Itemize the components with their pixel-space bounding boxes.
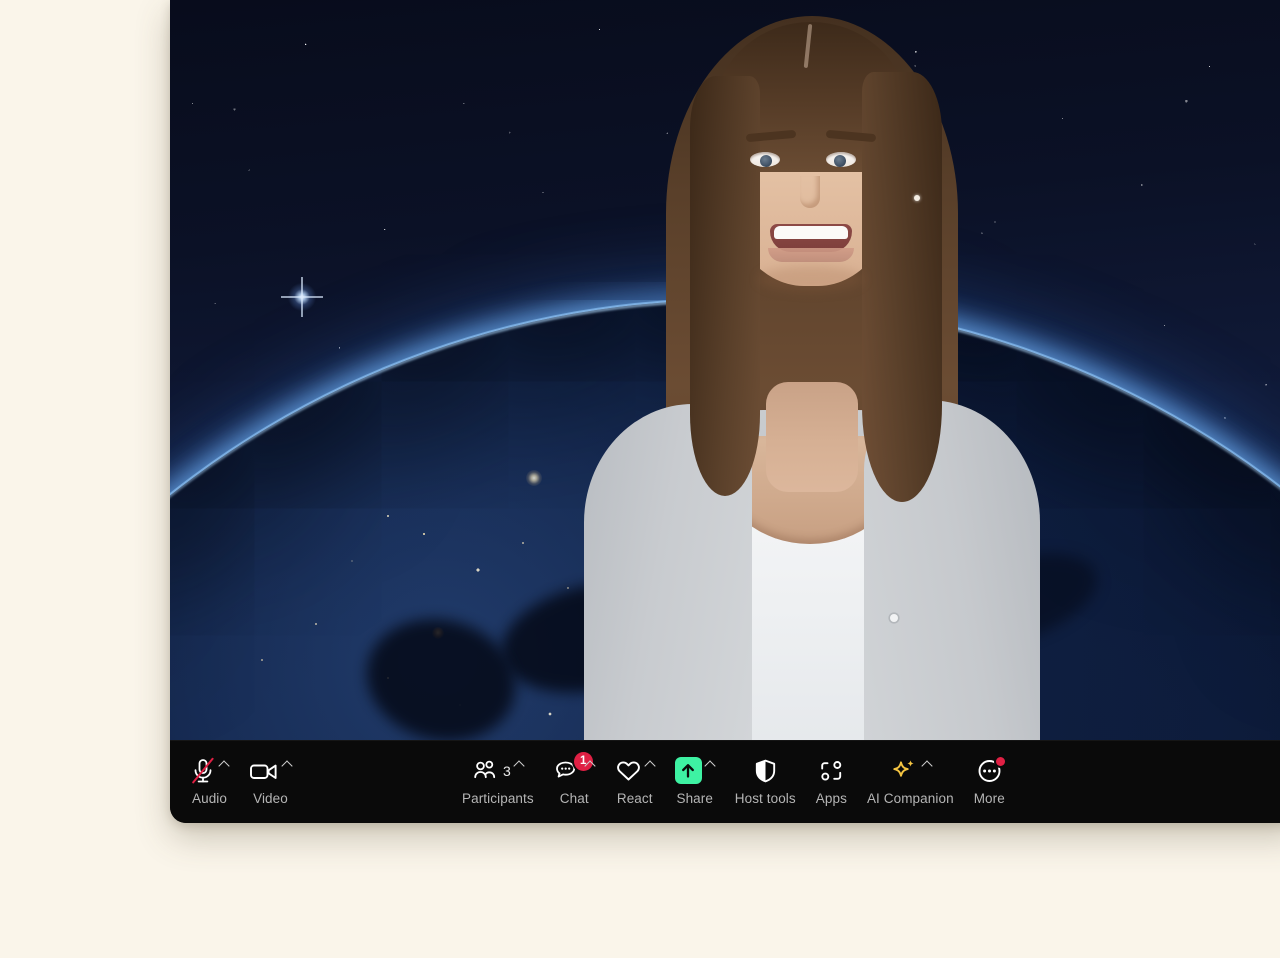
toolbar-button-chat[interactable]: 1 Chat	[544, 750, 605, 814]
share-screen-icon	[675, 757, 702, 784]
chevron-up-icon-video[interactable]	[282, 759, 292, 769]
heart-icon	[615, 759, 642, 783]
shield-icon	[753, 758, 778, 784]
bright-star-icon	[288, 283, 316, 311]
chevron-up-icon-share[interactable]	[705, 759, 715, 769]
participants-icon	[472, 759, 498, 783]
toolbar-button-more[interactable]: More	[964, 750, 1015, 814]
cardigan-button	[890, 614, 898, 622]
lower-lip	[768, 248, 854, 262]
iris-left	[760, 155, 772, 167]
toolbar-label-video: Video	[253, 791, 288, 806]
toolbar-label-share: Share	[676, 791, 713, 806]
toolbar-button-audio[interactable]: Audio	[180, 750, 239, 814]
earring	[914, 195, 920, 201]
apps-icon	[818, 759, 845, 783]
chevron-up-icon-participants[interactable]	[514, 759, 524, 769]
chevron-up-icon-audio[interactable]	[219, 759, 229, 769]
chevron-up-icon-ai-companion[interactable]	[922, 759, 932, 769]
toolbar-label-host-tools: Host tools	[735, 791, 796, 806]
more-notification-dot	[996, 757, 1005, 766]
chat-bubble-icon: 1	[554, 759, 582, 783]
nose	[800, 176, 820, 208]
chin-shadow	[758, 266, 864, 292]
toolbar-button-apps[interactable]: Apps	[806, 750, 857, 814]
toolbar-button-participants[interactable]: 3 Participants	[452, 750, 544, 814]
toolbar-button-ai-companion[interactable]: AI Companion	[857, 750, 964, 814]
neck	[766, 382, 858, 492]
chevron-up-icon-react[interactable]	[645, 759, 655, 769]
toolbar-label-apps: Apps	[816, 791, 847, 806]
toolbar-button-share[interactable]: Share	[665, 750, 725, 814]
toolbar-label-more: More	[974, 791, 1005, 806]
participant-video-subject	[570, 0, 1050, 740]
toolbar-label-audio: Audio	[192, 791, 227, 806]
participants-count: 3	[503, 764, 511, 778]
sparkle-icon	[889, 758, 919, 784]
toolbar-button-video[interactable]: Video	[239, 750, 302, 814]
toolbar-label-ai-companion: AI Companion	[867, 791, 954, 806]
toolbar-button-react[interactable]: React	[605, 750, 665, 814]
toolbar-top-divider	[170, 740, 1280, 741]
iris-right	[834, 155, 846, 167]
more-dots-icon	[976, 758, 1003, 784]
city-hotspot	[526, 470, 542, 486]
chevron-up-icon-chat[interactable]	[585, 759, 595, 769]
microphone-muted-icon	[190, 757, 216, 785]
toolbar-label-participants: Participants	[462, 791, 534, 806]
video-stage[interactable]	[170, 0, 1280, 740]
video-camera-icon	[249, 760, 279, 782]
meeting-window: Audio Video	[170, 0, 1280, 823]
toolbar-label-react: React	[617, 791, 653, 806]
toolbar-label-chat: Chat	[560, 791, 589, 806]
toolbar-button-host-tools[interactable]: Host tools	[725, 750, 806, 814]
teeth	[774, 226, 848, 239]
meeting-toolbar: Audio Video	[170, 740, 1280, 823]
